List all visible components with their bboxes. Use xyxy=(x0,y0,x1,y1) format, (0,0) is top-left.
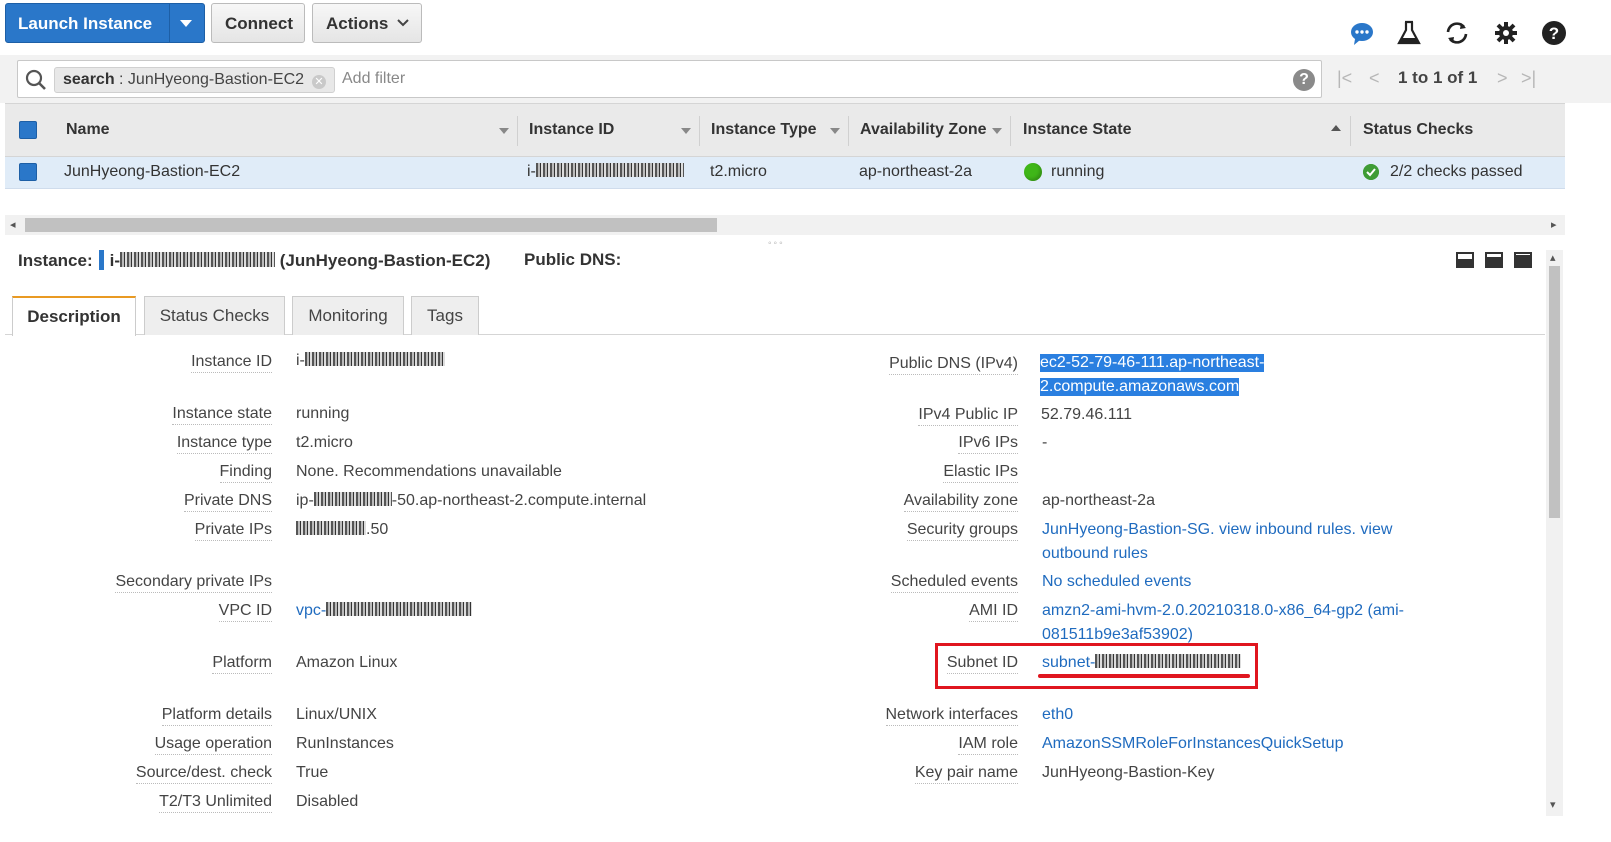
ami-id-link-line1[interactable]: amzn2-ami-hvm-2.0.20210318.0-x86_64-gp2 … xyxy=(1042,602,1404,620)
view-inbound-rules-link[interactable]: view inbound rules. xyxy=(1219,521,1356,538)
running-status-icon xyxy=(1024,163,1042,181)
refresh-icon[interactable] xyxy=(1444,20,1470,46)
scheduled-events-label: Scheduled events xyxy=(890,573,1018,593)
scroll-down-icon[interactable]: ▾ xyxy=(1550,798,1556,811)
column-instance-state[interactable]: Instance State xyxy=(1023,121,1131,139)
check-passed-icon xyxy=(1363,164,1379,180)
ipv4-public-ip-value: 52.79.46.111 xyxy=(1041,406,1133,423)
layout-bottom-icon[interactable] xyxy=(1456,252,1474,268)
availability-zone-value: ap-northeast-2a xyxy=(1042,492,1155,509)
layout-top-icon[interactable] xyxy=(1514,252,1532,268)
ipv4-public-ip-label: IPv4 Public IP xyxy=(918,406,1018,426)
layout-split-icon[interactable] xyxy=(1485,252,1503,268)
public-dns-value-line2[interactable]: 2.compute.amazonaws.com xyxy=(1040,378,1240,396)
elastic-ips-label: Elastic IPs xyxy=(943,463,1018,483)
ami-id-link-line2[interactable]: 081511b9e3af53902) xyxy=(1042,626,1193,644)
availability-zone-label: Availability zone xyxy=(903,492,1018,512)
ipv6-ips-label: IPv6 IPs xyxy=(958,434,1018,454)
row-status-checks: 2/2 checks passed xyxy=(1390,163,1523,180)
iam-role-link[interactable]: AmazonSSMRoleForInstancesQuickSetup xyxy=(1042,735,1343,753)
scheduled-events-link[interactable]: No scheduled events xyxy=(1042,573,1191,591)
subnet-highlight-box xyxy=(935,643,1258,689)
first-page-icon[interactable]: |< xyxy=(1337,68,1352,89)
flask-icon[interactable] xyxy=(1396,20,1422,46)
row-instance-state: running xyxy=(1051,163,1105,180)
key-pair-name-value: JunHyeong-Bastion-Key xyxy=(1042,764,1215,781)
iam-role-label: IAM role xyxy=(958,735,1018,755)
sort-ascending-icon[interactable] xyxy=(1331,125,1341,131)
svg-text:?: ? xyxy=(1549,24,1559,43)
chat-icon[interactable] xyxy=(1349,20,1375,46)
public-dns-ipv4-label: Public DNS (IPv4) xyxy=(889,355,1018,375)
scroll-up-icon[interactable]: ▴ xyxy=(1550,251,1556,264)
prev-page-icon[interactable]: < xyxy=(1369,68,1380,89)
security-groups-value: JunHyeong-Bastion-SG. view inbound rules… xyxy=(1042,521,1392,539)
security-groups-label: Security groups xyxy=(906,521,1018,541)
next-page-icon[interactable]: > xyxy=(1497,68,1508,89)
subnet-red-underline xyxy=(1038,674,1250,678)
last-page-icon[interactable]: >| xyxy=(1521,68,1536,89)
ipv6-ips-value: - xyxy=(1042,434,1048,451)
scroll-right-icon[interactable]: ▸ xyxy=(1551,218,1557,231)
network-interfaces-label: Network interfaces xyxy=(885,706,1018,726)
filter-help-icon[interactable]: ? xyxy=(1293,69,1315,91)
help-icon[interactable]: ? xyxy=(1541,20,1567,46)
column-status-checks[interactable]: Status Checks xyxy=(1363,121,1473,139)
vertical-scrollbar[interactable]: ▴ ▾ xyxy=(1546,250,1563,816)
detail-right-labels: Public DNS (IPv4) IPv4 Public IP IPv6 IP… xyxy=(0,0,1018,842)
pagination-text: 1 to 1 of 1 xyxy=(1398,68,1478,87)
key-pair-name-label: Key pair name xyxy=(914,764,1018,784)
view-outbound-rules-link-part1[interactable]: view xyxy=(1360,521,1392,538)
view-outbound-rules-link[interactable]: outbound rules xyxy=(1042,545,1148,563)
public-dns-value-line1[interactable]: ec2-52-79-46-111.ap-northeast- xyxy=(1040,354,1265,372)
ami-id-label: AMI ID xyxy=(969,602,1018,622)
vertical-scroll-thumb[interactable] xyxy=(1549,266,1560,518)
gear-icon[interactable] xyxy=(1493,20,1519,46)
network-interfaces-link[interactable]: eth0 xyxy=(1042,706,1073,724)
security-group-link[interactable]: JunHyeong-Bastion-SG. xyxy=(1042,521,1215,538)
